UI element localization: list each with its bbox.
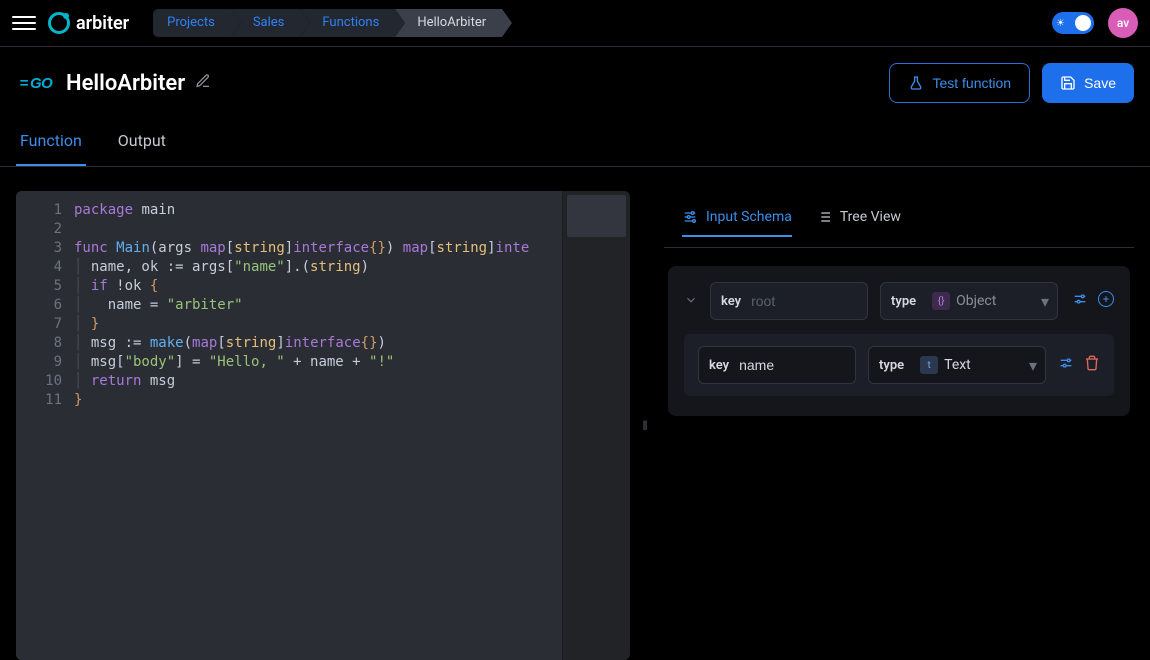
tab-input-schema-label: Input Schema xyxy=(706,209,792,225)
go-icon: GO xyxy=(20,75,53,92)
flask-icon xyxy=(908,75,924,91)
type-label: type xyxy=(869,347,914,383)
schema-card: key type {} Object ▾ + ke xyxy=(668,266,1130,416)
tab-function[interactable]: Function xyxy=(16,131,86,166)
type-label: type xyxy=(881,283,926,319)
breadcrumb-current[interactable]: HelloArbiter xyxy=(395,9,502,37)
key-label: key xyxy=(711,283,751,319)
code-editor[interactable]: 1234567891011 package main func Main(arg… xyxy=(16,191,630,660)
line-gutter: 1234567891011 xyxy=(16,191,74,660)
schema-root-row: key type {} Object ▾ + xyxy=(684,282,1114,320)
edit-title-icon[interactable] xyxy=(195,73,211,93)
save-button[interactable]: Save xyxy=(1042,63,1134,103)
add-field-icon[interactable]: + xyxy=(1098,291,1114,307)
title-row: GO HelloArbiter Test function Save xyxy=(0,47,1150,119)
breadcrumb-projects[interactable]: Projects xyxy=(153,9,231,37)
test-function-button[interactable]: Test function xyxy=(889,63,1030,103)
sliders-icon xyxy=(682,209,698,225)
schema-panel: Input Schema Tree View key type {} Ob xyxy=(660,191,1134,660)
breadcrumb-functions[interactable]: Functions xyxy=(300,9,395,37)
code-body[interactable]: package main func Main(args map[string]i… xyxy=(74,191,529,660)
delete-icon[interactable] xyxy=(1084,355,1100,375)
child-type-field[interactable]: type t Text ▾ xyxy=(868,346,1046,384)
main-tabs: Function Output xyxy=(0,119,1150,167)
minimap[interactable] xyxy=(562,191,630,660)
child-type-value: Text xyxy=(944,357,1023,373)
brand-logo[interactable]: arbiter xyxy=(48,12,129,34)
language-badge: GO xyxy=(16,72,56,94)
text-type-icon: t xyxy=(920,356,938,374)
root-type-field[interactable]: type {} Object ▾ xyxy=(880,282,1058,320)
chevron-down-icon[interactable]: ▾ xyxy=(1041,292,1049,311)
test-function-label: Test function xyxy=(932,75,1011,91)
breadcrumb: Projects Sales Functions HelloArbiter xyxy=(153,9,502,37)
list-icon xyxy=(816,209,832,225)
chevron-down-icon[interactable] xyxy=(684,292,698,311)
child-key-input[interactable] xyxy=(739,347,855,383)
chevron-down-icon[interactable]: ▾ xyxy=(1029,356,1037,375)
avatar[interactable]: av xyxy=(1108,8,1138,38)
settings-icon[interactable] xyxy=(1072,291,1088,311)
brand-name: arbiter xyxy=(76,13,129,34)
root-key-field[interactable]: key xyxy=(710,282,868,320)
root-type-value: Object xyxy=(956,293,1035,309)
pane-splitter[interactable]: ‖ xyxy=(630,191,660,660)
save-icon xyxy=(1060,75,1076,91)
breadcrumb-sales[interactable]: Sales xyxy=(231,9,301,37)
object-type-icon: {} xyxy=(932,292,950,310)
save-label: Save xyxy=(1084,75,1116,91)
root-key-input[interactable] xyxy=(751,283,867,319)
tab-tree-view[interactable]: Tree View xyxy=(816,209,901,237)
menu-icon[interactable] xyxy=(12,11,36,35)
brand-mark-icon xyxy=(48,12,70,34)
panel-tabs: Input Schema Tree View xyxy=(664,191,1134,248)
tab-input-schema[interactable]: Input Schema xyxy=(682,209,792,237)
tab-tree-view-label: Tree View xyxy=(840,209,901,225)
key-label: key xyxy=(699,347,739,383)
page-title: HelloArbiter xyxy=(66,71,185,96)
sun-icon: ☀ xyxy=(1056,18,1065,29)
theme-toggle[interactable]: ☀ xyxy=(1052,12,1094,34)
settings-icon[interactable] xyxy=(1058,355,1074,375)
top-bar: arbiter Projects Sales Functions HelloAr… xyxy=(0,0,1150,47)
schema-child-row: key type t Text ▾ xyxy=(684,334,1114,396)
child-key-field[interactable]: key xyxy=(698,346,856,384)
tab-output[interactable]: Output xyxy=(114,131,170,166)
